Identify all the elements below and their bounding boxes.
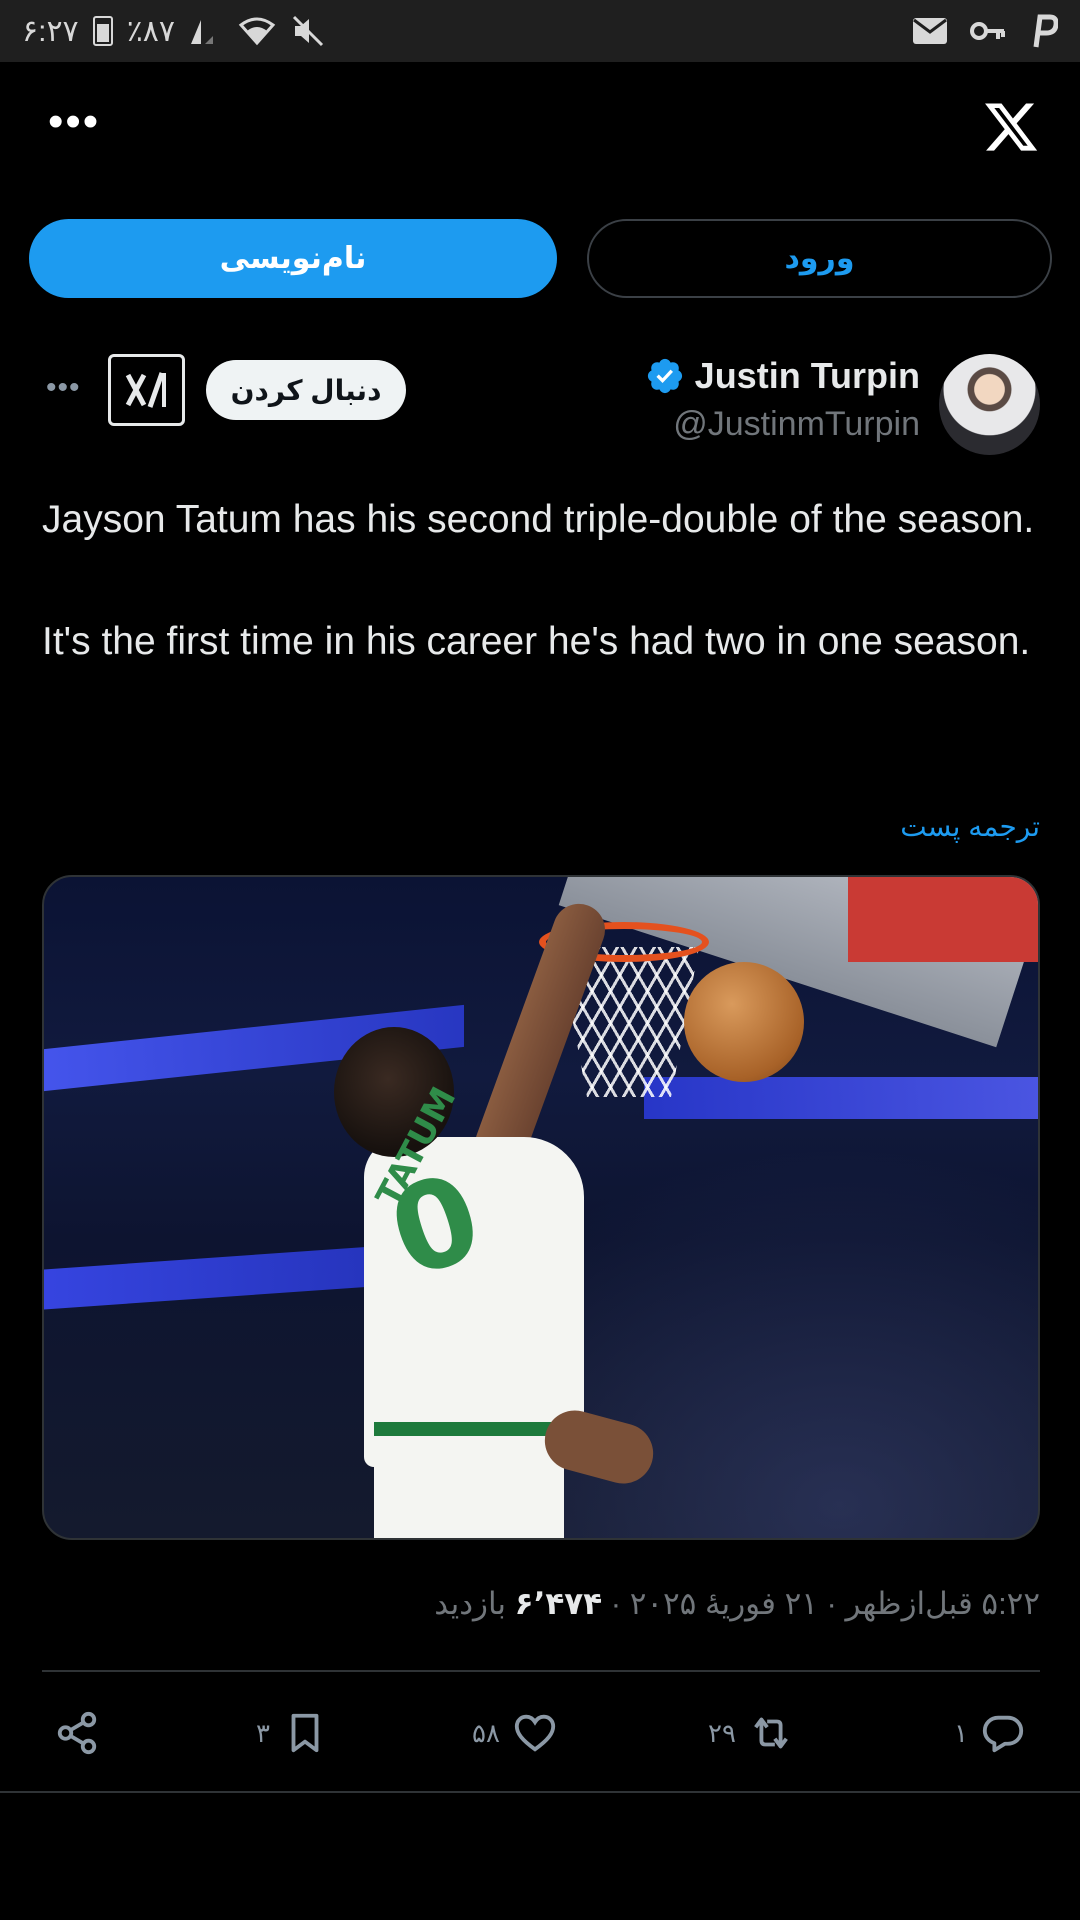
views-count: ۶٬۴۷۴ <box>514 1586 603 1621</box>
basketball <box>684 962 804 1082</box>
avatar[interactable] <box>939 354 1040 455</box>
like-count: ۵۸ <box>472 1717 500 1748</box>
signup-button[interactable]: نام‌نویسی <box>29 219 557 298</box>
verified-badge-icon <box>647 358 682 394</box>
more-options-icon[interactable]: ••• <box>48 100 100 144</box>
tweet-time: ۵:۲۲ قبل‌ازظهر <box>845 1586 1041 1621</box>
reply-count: ۱ <box>954 1717 968 1748</box>
grok-icon[interactable] <box>108 354 185 426</box>
tweet-more-icon[interactable]: ••• <box>46 373 81 403</box>
x-logo-icon[interactable] <box>982 98 1040 156</box>
mute-icon <box>292 15 324 47</box>
mail-icon <box>913 18 947 44</box>
divider <box>0 1791 1080 1793</box>
divider <box>42 1670 1040 1672</box>
share-button[interactable] <box>54 1700 100 1766</box>
views-label: بازدید <box>434 1586 507 1621</box>
meta-separator: · <box>610 1586 622 1621</box>
like-button[interactable]: ۵۸ <box>472 1700 558 1766</box>
player-shorts <box>374 1422 564 1538</box>
signal-icon <box>191 20 214 44</box>
reply-button[interactable]: ۱ <box>954 1700 1026 1766</box>
repost-count: ۲۹ <box>708 1717 736 1748</box>
author-handle[interactable]: @JustinmTurpin <box>673 405 920 444</box>
repost-icon <box>754 1717 788 1749</box>
battery-icon <box>92 16 113 46</box>
meta-separator: · <box>826 1586 837 1621</box>
tweet-media-image[interactable]: TATUM 0 <box>42 875 1040 1540</box>
author-name: Justin Turpin <box>694 355 920 396</box>
key-icon <box>970 22 1005 40</box>
top-app-bar: ••• <box>0 62 1080 192</box>
arena-light-stripe <box>644 1077 1038 1119</box>
status-time: ۶:۲۷ <box>22 14 79 48</box>
p-icon <box>1033 14 1058 48</box>
translate-post-link[interactable]: ترجمه پست <box>900 810 1040 843</box>
tweet-action-bar: ۳ ۵۸ ۲۹ ۱ <box>42 1700 1040 1766</box>
bookmark-count: ۳ <box>256 1717 270 1748</box>
tweet-date: ۲۱ فوریهٔ ۲۰۲۵ <box>629 1586 818 1621</box>
backboard-pad <box>848 877 1038 962</box>
login-button[interactable]: ورود <box>587 219 1052 298</box>
reply-icon <box>982 1715 1024 1753</box>
share-icon <box>57 1711 97 1755</box>
wifi-icon <box>238 17 276 46</box>
status-bar: ۶:۲۷ ٪۸۷ <box>0 0 1080 62</box>
heart-icon <box>514 1714 556 1752</box>
bookmark-icon <box>291 1713 319 1753</box>
repost-button[interactable]: ۲۹ <box>708 1700 794 1766</box>
tweet-text: Jayson Tatum has his second triple-doubl… <box>42 498 1035 663</box>
follow-button[interactable]: دنبال کردن <box>206 360 406 420</box>
bookmark-button[interactable]: ۳ <box>256 1700 328 1766</box>
tweet-meta: ۵:۲۲ قبل‌ازظهر · ۲۱ فوریهٔ ۲۰۲۵ · ۶٬۴۷۴ … <box>434 1586 1040 1622</box>
author-name-row[interactable]: Justin Turpin <box>645 355 920 397</box>
battery-level: ٪۸۷ <box>126 14 176 48</box>
